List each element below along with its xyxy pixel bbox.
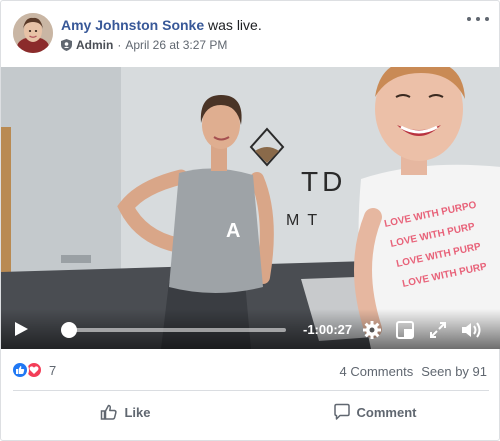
video-frame: TD MT A LOVE WITH PURPO LOVE WITH PURP L… [1, 67, 500, 349]
post-timestamp-link[interactable]: April 26 at 3:27 PM [125, 38, 227, 52]
picture-in-picture-icon [396, 321, 414, 339]
more-dot-icon [467, 17, 471, 21]
wall-sign-right: MT [286, 212, 325, 229]
more-dot-icon [476, 17, 480, 21]
play-button[interactable] [13, 321, 29, 337]
expand-icon [430, 322, 446, 338]
reactions-summary[interactable]: 7 [11, 361, 56, 379]
volume-button[interactable] [461, 321, 483, 339]
comment-icon [333, 403, 350, 420]
comment-button-label: Comment [356, 404, 417, 420]
admin-badge: Admin [76, 38, 114, 52]
speaker-icon [462, 322, 481, 338]
video-player[interactable]: TD MT A LOVE WITH PURPO LOVE WITH PURP L… [1, 67, 500, 349]
more-options-button[interactable] [467, 11, 489, 27]
like-button-label: Like [124, 404, 151, 420]
wall-sign-left: TD [301, 166, 346, 197]
author-name-link[interactable]: Amy Johnston Sonke [61, 17, 204, 33]
post-actions: Like Comment [1, 392, 499, 432]
more-dot-icon [485, 17, 489, 21]
post-action-text: was live. [208, 17, 262, 33]
post-stats: 7 4 Comments Seen by 91 [1, 353, 499, 389]
comment-button[interactable]: Comment [250, 392, 499, 432]
shield-icon [61, 39, 72, 51]
divider [13, 390, 489, 391]
miniplayer-button[interactable] [396, 321, 414, 339]
progress-bar[interactable] [68, 328, 286, 332]
fullscreen-button[interactable] [429, 321, 447, 339]
thumbs-up-icon [101, 404, 118, 420]
progress-scrubber-handle[interactable] [61, 322, 77, 338]
meta-separator: · [117, 38, 122, 52]
video-controls: -1:00:27 [1, 309, 500, 349]
like-reaction-icon [11, 361, 29, 379]
comments-count-link[interactable]: 4 Comments [340, 364, 414, 379]
settings-button[interactable] [363, 321, 381, 339]
time-remaining: -1:00:27 [303, 322, 353, 337]
like-button[interactable]: Like [1, 392, 250, 432]
play-icon [15, 322, 28, 336]
author-line: Amy Johnston Sonke was live. [61, 17, 262, 33]
post-card: Amy Johnston Sonke was live. Admin · Apr… [0, 0, 500, 441]
engagement-counts: 4 Comments Seen by 91 [340, 364, 487, 379]
post-meta: Admin · April 26 at 3:27 PM [61, 38, 227, 52]
gear-icon [363, 321, 381, 339]
tank-logo-text: A [226, 220, 240, 242]
reaction-count: 7 [49, 362, 57, 378]
avatar[interactable] [13, 13, 53, 53]
seen-by-count[interactable]: Seen by 91 [421, 364, 487, 379]
post-header: Amy Johnston Sonke was live. Admin · Apr… [1, 1, 499, 67]
